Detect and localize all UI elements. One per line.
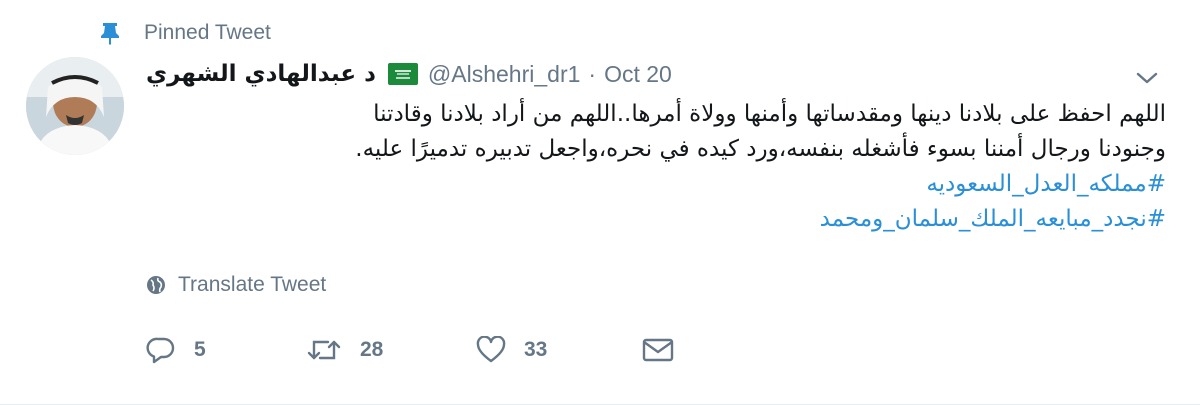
pinned-indicator: Pinned Tweet (100, 18, 271, 48)
author-handle[interactable]: @Alshehri_dr1 (428, 61, 580, 88)
more-options-button[interactable] (1132, 64, 1162, 94)
like-count: 33 (524, 338, 548, 361)
pinned-label: Pinned Tweet (144, 21, 271, 44)
tweet-header: د عبدالهادي الشهري @Alshehri_dr1 · Oct 2… (146, 56, 672, 92)
pin-icon (100, 21, 120, 45)
retweet-icon (306, 336, 342, 364)
retweet-button[interactable]: 28 (306, 328, 476, 372)
translate-label: Translate Tweet (178, 273, 327, 296)
direct-message-button[interactable] (641, 328, 675, 372)
like-button[interactable]: 33 (476, 328, 641, 372)
reply-icon (146, 336, 176, 364)
heart-icon (476, 336, 506, 364)
saudi-flag-icon (387, 63, 418, 85)
tweet-date-link[interactable]: Oct 20 (604, 61, 672, 88)
reply-button[interactable]: 5 (146, 328, 306, 372)
tweet-card[interactable]: Pinned Tweet د عبدالهادي الشهري @Alshehr… (0, 0, 1200, 405)
reply-count: 5 (194, 338, 206, 361)
hashtag-link[interactable]: #مملكه_العدل_السعوديه (146, 167, 1166, 202)
tweet-actions: 5 28 33 (146, 328, 675, 372)
avatar[interactable] (26, 57, 124, 155)
tweet-text-line: اللهم احفظ على بلادنا دينها ومقدساتها وأ… (373, 101, 1166, 127)
author-display-name[interactable]: د عبدالهادي الشهري (146, 61, 376, 87)
tweet-text: اللهم احفظ على بلادنا دينها ومقدساتها وأ… (146, 97, 1166, 237)
chevron-down-icon (1136, 70, 1158, 89)
tweet-text-line: وجنودنا ورجال أمننا بسوء فأشغله بنفسه،ور… (355, 136, 1166, 162)
translate-tweet-button[interactable]: Translate Tweet (146, 270, 326, 300)
retweet-count: 28 (360, 338, 384, 361)
globe-icon (146, 275, 166, 295)
hashtag-link[interactable]: #نجدد_مبايعه_الملك_سلمان_ومحمد (146, 202, 1166, 237)
envelope-icon (641, 336, 675, 364)
header-separator: · (588, 60, 597, 87)
